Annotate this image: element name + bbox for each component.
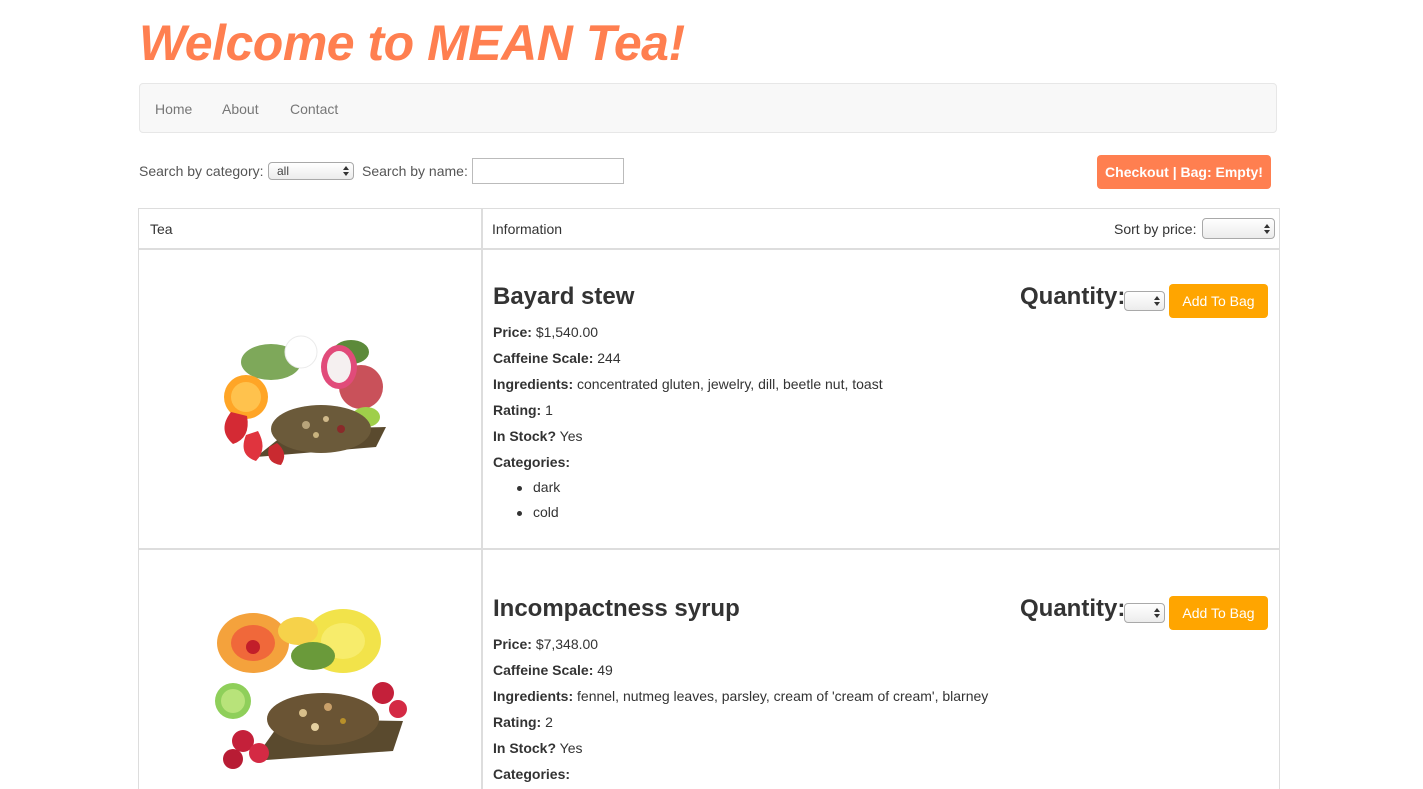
price-value: $7,348.00 (535, 636, 599, 652)
categories-label: Categories: (493, 766, 571, 782)
category-label: Search by category: (139, 163, 264, 179)
nav-contact-link[interactable]: Contact (290, 101, 338, 117)
site-title: Welcome to MEAN Tea! (139, 15, 685, 71)
categories-label: Categories: (493, 454, 571, 470)
price-line: Price: $1,540.00 (493, 324, 598, 340)
rating-value: 1 (545, 402, 553, 418)
nav-about-link[interactable]: About (222, 101, 259, 117)
add-to-bag-button[interactable]: Add To Bag (1169, 284, 1268, 318)
categories-line: Categories: (493, 454, 570, 470)
rating-line: Rating: 2 (493, 714, 553, 730)
select-arrows-icon (343, 164, 349, 178)
ingredients-value: fennel, nutmeg leaves, parsley, cream of… (577, 688, 989, 704)
caffeine-label: Caffeine Scale: (493, 350, 594, 366)
header-divider (139, 248, 1279, 250)
tea-image-graphic (224, 335, 386, 465)
caffeine-value: 244 (597, 350, 621, 366)
category-select[interactable]: all (268, 162, 354, 180)
category-select-value: all (277, 164, 290, 178)
tea-table: Tea Information Sort by price: Bayard st… (138, 208, 1280, 789)
caffeine-label: Caffeine Scale: (493, 662, 594, 678)
caffeine-value: 49 (597, 662, 613, 678)
caffeine-line: Caffeine Scale: 49 (493, 662, 613, 678)
quantity-label: Quantity: (1020, 283, 1126, 310)
page: Welcome to MEAN Tea! Home About Contact … (0, 0, 1423, 789)
quantity-label: Quantity: (1020, 595, 1126, 622)
in-stock-label: In Stock? (493, 740, 557, 756)
ingredients-value: concentrated gluten, jewelry, dill, beet… (577, 376, 883, 392)
rating-value: 2 (545, 714, 553, 730)
column-header-tea: Tea (150, 221, 173, 237)
categories-line: Categories: (493, 766, 570, 782)
select-arrows-icon (1154, 294, 1160, 308)
in-stock-value: Yes (559, 740, 583, 756)
select-arrows-icon (1264, 222, 1270, 236)
name-search-input[interactable] (472, 158, 624, 184)
category-item: dark (516, 479, 561, 495)
quantity-select[interactable] (1124, 603, 1165, 623)
ingredients-line: Ingredients: fennel, nutmeg leaves, pars… (493, 688, 988, 704)
price-label: Price: (493, 636, 532, 652)
row-divider (139, 548, 1279, 550)
select-arrows-icon (1154, 606, 1160, 620)
tea-name: Bayard stew (493, 283, 635, 310)
add-to-bag-button[interactable]: Add To Bag (1169, 596, 1268, 630)
in-stock-line: In Stock? Yes (493, 428, 583, 444)
tea-image (201, 317, 401, 477)
in-stock-value: Yes (559, 428, 583, 444)
column-divider (481, 209, 483, 789)
tea-image (193, 601, 429, 781)
in-stock-label: In Stock? (493, 428, 557, 444)
checkout-button[interactable]: Checkout | Bag: Empty! (1097, 155, 1271, 189)
quantity-select[interactable] (1124, 291, 1165, 311)
nav-home-link[interactable]: Home (155, 101, 192, 117)
ingredients-label: Ingredients: (493, 688, 574, 704)
name-label: Search by name: (362, 163, 468, 179)
sort-label: Sort by price: (1114, 221, 1197, 237)
rating-label: Rating: (493, 714, 542, 730)
navbar: Home About Contact (139, 83, 1277, 133)
caffeine-line: Caffeine Scale: 244 (493, 350, 621, 366)
rating-line: Rating: 1 (493, 402, 553, 418)
sort-price-select[interactable] (1202, 218, 1275, 239)
category-item: cold (517, 504, 559, 520)
rating-label: Rating: (493, 402, 542, 418)
price-line: Price: $7,348.00 (493, 636, 598, 652)
in-stock-line: In Stock? Yes (493, 740, 583, 756)
ingredients-line: Ingredients: concentrated gluten, jewelr… (493, 376, 883, 392)
tea-image-graphic (215, 609, 407, 769)
column-header-information: Information (492, 221, 563, 237)
tea-name: Incompactness syrup (493, 595, 740, 622)
price-value: $1,540.00 (535, 324, 599, 340)
price-label: Price: (493, 324, 532, 340)
ingredients-label: Ingredients: (493, 376, 574, 392)
